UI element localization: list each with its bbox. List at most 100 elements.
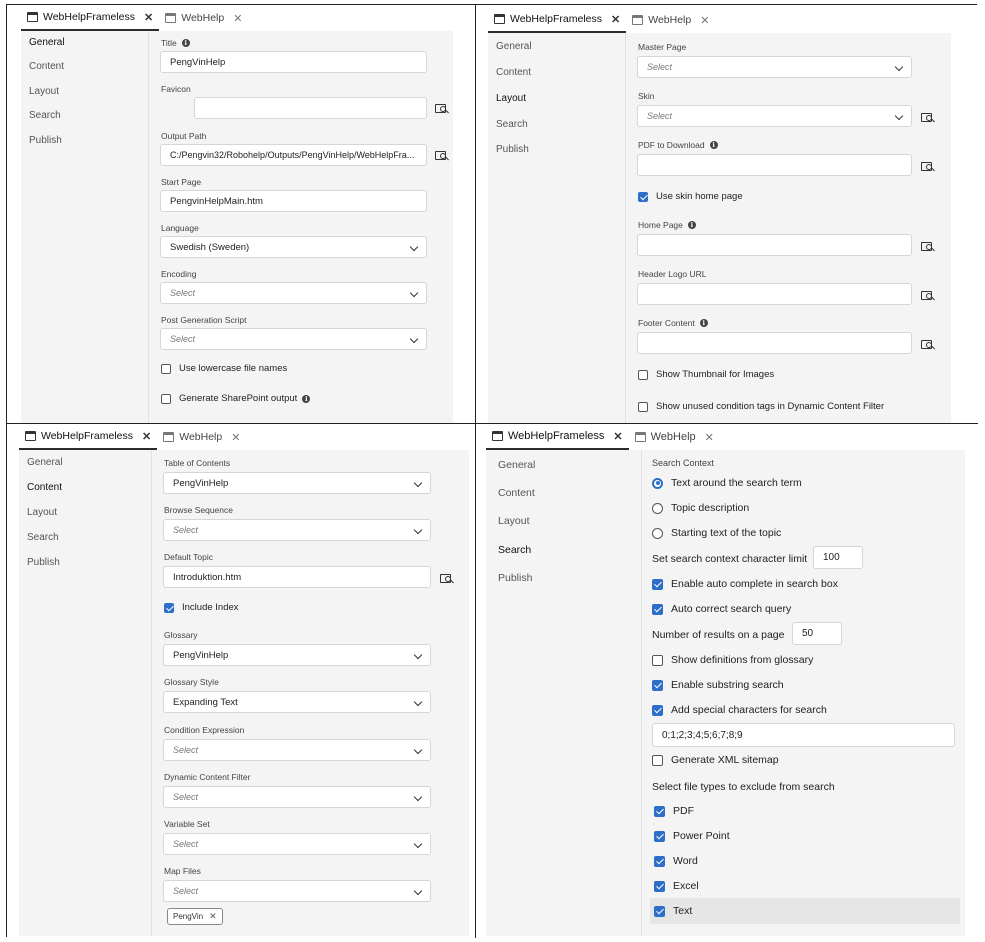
nav-content[interactable]: Content <box>496 67 531 78</box>
close-icon[interactable]: ✕ <box>209 911 217 922</box>
radio-text-around[interactable]: Text around the search term <box>652 477 802 489</box>
nav-publish[interactable]: Publish <box>27 557 60 568</box>
nav-publish[interactable]: Publish <box>29 135 62 146</box>
map-files-select[interactable]: Select <box>163 880 431 902</box>
close-icon[interactable]: ✕ <box>705 431 714 444</box>
exclude-excel-checkbox[interactable]: Excel <box>654 880 699 892</box>
footer-content-input[interactable] <box>637 332 912 354</box>
special-chars-input[interactable]: 0;1;2;3;4;5;6;7;8;9 <box>652 723 955 747</box>
browse-icon[interactable] <box>921 289 935 301</box>
default-topic-input[interactable]: Introduktion.htm <box>163 566 431 588</box>
thumbnail-checkbox[interactable]: Show Thumbnail for Images <box>638 369 774 380</box>
nav-publish[interactable]: Publish <box>496 144 529 155</box>
tab-webhelpframeless[interactable]: WebHelpFrameless ✕ <box>486 424 629 450</box>
close-icon[interactable]: ✕ <box>231 431 240 444</box>
browse-icon[interactable] <box>921 160 935 172</box>
row-highlight <box>650 898 960 924</box>
variable-set-select[interactable]: Select <box>163 833 431 855</box>
browse-icon[interactable] <box>435 102 449 114</box>
browse-icon[interactable] <box>921 111 935 123</box>
info-icon[interactable]: i <box>302 394 311 403</box>
skin-select[interactable]: Select <box>637 105 912 127</box>
tab-webhelp[interactable]: WebHelp ✕ <box>626 7 715 33</box>
tab-webhelpframeless[interactable]: WebHelpFrameless ✕ <box>19 424 158 450</box>
results-per-page-input[interactable]: 50 <box>792 622 842 645</box>
auto-correct-checkbox[interactable]: Auto correct search query <box>652 603 791 615</box>
nav-general[interactable]: General <box>29 37 65 48</box>
start-page-input[interactable]: PengvinHelpMain.htm <box>160 190 427 212</box>
header-logo-input[interactable] <box>637 283 912 305</box>
special-chars-checkbox[interactable]: Add special characters for search <box>652 704 827 716</box>
nav-search[interactable]: Search <box>29 110 61 121</box>
home-page-input[interactable] <box>637 234 912 256</box>
definitions-checkbox[interactable]: Show definitions from glossary <box>652 654 813 666</box>
glossary-style-select[interactable]: Expanding Text <box>163 691 431 713</box>
nav-layout[interactable]: Layout <box>498 515 530 527</box>
title-input[interactable]: PengVinHelp <box>160 51 427 73</box>
condition-expression-select[interactable]: Select <box>163 739 431 761</box>
toc-select[interactable]: PengVinHelp <box>163 472 431 494</box>
selected-value: Select <box>173 839 199 849</box>
tab-webhelpframeless[interactable]: WebHelpFrameless ✕ <box>488 7 627 33</box>
nav-search[interactable]: Search <box>496 119 528 130</box>
exclude-powerpoint-checkbox[interactable]: Power Point <box>654 830 730 842</box>
info-icon[interactable]: i <box>687 221 696 229</box>
close-icon[interactable]: ✕ <box>613 430 622 443</box>
glossary-select[interactable]: PengVinHelp <box>163 644 431 666</box>
nav-general[interactable]: General <box>27 457 63 468</box>
nav-layout[interactable]: Layout <box>27 507 57 518</box>
nav-publish[interactable]: Publish <box>498 572 532 584</box>
chevron-down-icon <box>413 792 423 802</box>
nav-content[interactable]: Content <box>27 482 62 493</box>
nav-search[interactable]: Search <box>498 544 531 556</box>
browse-icon[interactable] <box>435 149 449 161</box>
exclude-text-checkbox[interactable]: Text <box>654 905 692 917</box>
nav-search[interactable]: Search <box>27 532 59 543</box>
close-icon[interactable]: ✕ <box>233 12 242 25</box>
tab-webhelpframeless[interactable]: WebHelpFrameless ✕ <box>21 5 160 31</box>
post-generation-select[interactable]: Select <box>160 328 427 350</box>
browse-icon[interactable] <box>921 240 935 252</box>
info-icon[interactable]: i <box>181 39 190 47</box>
nav-layout[interactable]: Layout <box>496 93 526 104</box>
exclude-word-checkbox[interactable]: Word <box>654 855 698 867</box>
close-icon[interactable]: ✕ <box>611 13 620 26</box>
close-icon[interactable]: ✕ <box>700 14 709 27</box>
info-icon[interactable]: i <box>709 141 718 149</box>
char-limit-input[interactable]: 100 <box>813 546 863 569</box>
close-icon[interactable]: ✕ <box>142 430 151 443</box>
radio-topic-description[interactable]: Topic description <box>652 502 749 514</box>
unused-tags-checkbox[interactable]: Show unused condition tags in Dynamic Co… <box>638 401 884 412</box>
lowercase-checkbox[interactable]: Use lowercase file names <box>161 363 287 374</box>
pdf-download-input[interactable] <box>637 154 912 176</box>
dynamic-filter-select[interactable]: Select <box>163 786 431 808</box>
tab-webhelp[interactable]: WebHelp ✕ <box>157 424 246 450</box>
output-path-input[interactable]: C:/Pengvin32/Robohelp/Outputs/PengVinHel… <box>160 144 427 166</box>
skin-home-checkbox[interactable]: Use skin home page <box>638 191 743 202</box>
sharepoint-checkbox[interactable]: Generate SharePoint output i <box>161 393 311 404</box>
browse-icon[interactable] <box>440 572 454 584</box>
exclude-pdf-checkbox[interactable]: PDF <box>654 805 694 817</box>
master-page-select[interactable]: Select <box>637 56 912 78</box>
language-select[interactable]: Swedish (Sweden) <box>160 236 427 258</box>
encoding-select[interactable]: Select <box>160 282 427 304</box>
auto-complete-checkbox[interactable]: Enable auto complete in search box <box>652 578 838 590</box>
radio-starting-text[interactable]: Starting text of the topic <box>652 527 781 539</box>
nav-general[interactable]: General <box>498 459 535 471</box>
xml-sitemap-checkbox[interactable]: Generate XML sitemap <box>652 754 779 766</box>
substring-checkbox[interactable]: Enable substring search <box>652 679 784 691</box>
nav-content[interactable]: Content <box>29 61 64 72</box>
close-icon[interactable]: ✕ <box>144 11 153 24</box>
include-index-checkbox[interactable]: Include Index <box>164 602 239 613</box>
browse-icon[interactable] <box>921 338 935 350</box>
default-topic-label: Default Topic <box>164 552 213 562</box>
favicon-input[interactable] <box>194 97 427 119</box>
tab-webhelp[interactable]: WebHelp ✕ <box>629 424 720 450</box>
info-icon[interactable]: i <box>699 319 708 327</box>
tab-webhelp[interactable]: WebHelp ✕ <box>159 5 248 31</box>
nav-content[interactable]: Content <box>498 487 535 499</box>
browse-sequence-select[interactable]: Select <box>163 519 431 541</box>
toc-label: Table of Contents <box>164 458 231 468</box>
nav-layout[interactable]: Layout <box>29 86 59 97</box>
nav-general[interactable]: General <box>496 41 532 52</box>
